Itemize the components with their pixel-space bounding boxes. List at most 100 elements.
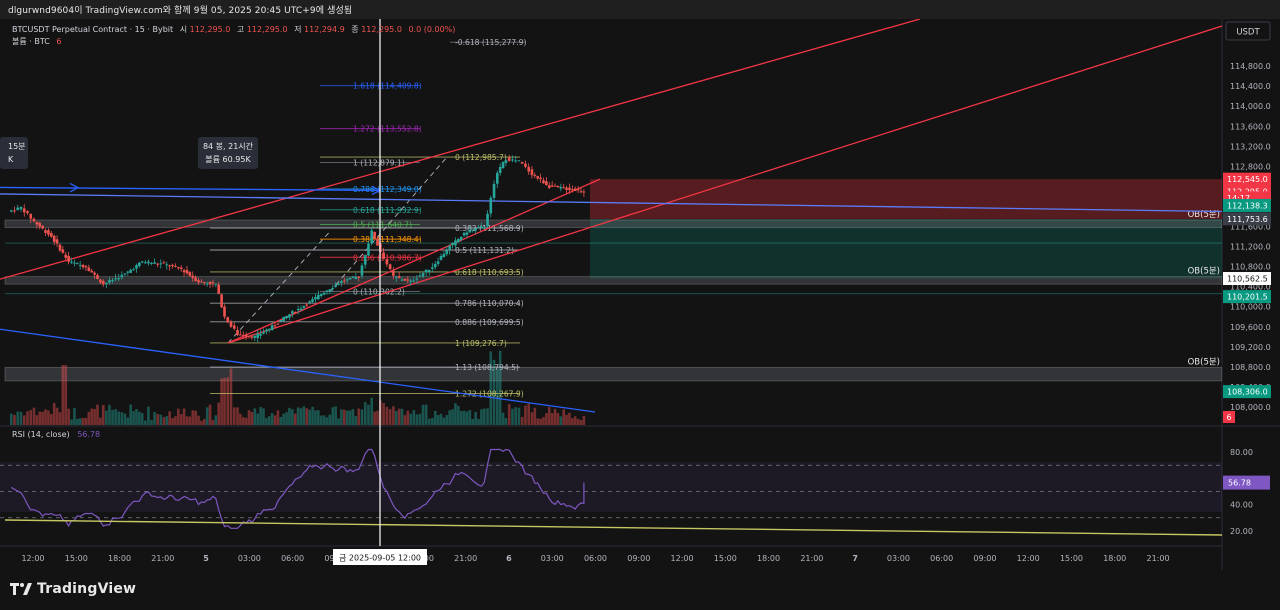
candle-body[interactable] <box>165 264 169 266</box>
candle-body[interactable] <box>188 272 192 276</box>
candle-body[interactable] <box>462 232 466 236</box>
candle-body[interactable] <box>451 242 454 246</box>
candle-body[interactable] <box>265 329 268 332</box>
candle-body[interactable] <box>253 335 257 338</box>
candle-body[interactable] <box>367 243 370 256</box>
candle-body[interactable] <box>454 240 457 246</box>
candle-body[interactable] <box>498 166 502 173</box>
candle-body[interactable] <box>26 211 29 214</box>
currency-button[interactable]: USDT <box>1225 21 1271 41</box>
candle-body[interactable] <box>492 183 496 198</box>
candle-body[interactable] <box>418 275 422 277</box>
candle-body[interactable] <box>185 269 189 274</box>
candle-body[interactable] <box>19 206 23 210</box>
candle-body[interactable] <box>319 294 323 297</box>
candle-body[interactable] <box>421 273 425 277</box>
candle-body[interactable] <box>293 311 297 313</box>
candle-body[interactable] <box>108 280 111 283</box>
candle-body[interactable] <box>520 162 524 164</box>
candle-body[interactable] <box>239 334 242 336</box>
candle-body[interactable] <box>84 266 88 268</box>
candle-body[interactable] <box>468 230 472 233</box>
candle-body[interactable] <box>328 289 332 292</box>
candle-body[interactable] <box>507 157 511 161</box>
candle-body[interactable] <box>471 229 475 231</box>
candle-body[interactable] <box>445 250 449 255</box>
candle-body[interactable] <box>67 255 70 262</box>
candle-body[interactable] <box>486 213 489 227</box>
candle-body[interactable] <box>61 249 65 253</box>
candle-body[interactable] <box>363 255 367 265</box>
candle-body[interactable] <box>150 262 153 264</box>
candle-body[interactable] <box>427 269 431 272</box>
candle-body[interactable] <box>129 269 132 273</box>
candle-body[interactable] <box>211 282 215 284</box>
candle-body[interactable] <box>400 279 404 281</box>
candle-body[interactable] <box>370 230 374 244</box>
candle-body[interactable] <box>296 308 300 311</box>
candle-body[interactable] <box>126 271 130 273</box>
candle-body[interactable] <box>334 284 337 287</box>
candle-body[interactable] <box>431 267 434 269</box>
candle-body[interactable] <box>101 280 105 285</box>
candle-body[interactable] <box>489 197 493 214</box>
candle-body[interactable] <box>573 188 577 191</box>
candle-body[interactable] <box>16 207 20 211</box>
candle-body[interactable] <box>536 176 540 179</box>
candle-body[interactable] <box>360 265 364 276</box>
candle-body[interactable] <box>250 336 254 338</box>
candle-body[interactable] <box>545 181 548 186</box>
candle-body[interactable] <box>52 235 56 242</box>
candle-body[interactable] <box>480 226 483 228</box>
candle-body[interactable] <box>259 333 262 336</box>
candle-body[interactable] <box>117 278 121 280</box>
order-block-3[interactable] <box>4 366 1222 382</box>
candle-body[interactable] <box>311 299 314 302</box>
candle-body[interactable] <box>70 261 73 263</box>
candle-body[interactable] <box>299 308 303 311</box>
chart-canvas[interactable]: OB(5분)OB(5분)OB(5분) -0.618 (115,277.9)1.6… <box>0 19 1280 570</box>
candle-body[interactable] <box>78 264 82 266</box>
zone-supply[interactable] <box>590 179 1222 219</box>
candle-body[interactable] <box>9 210 13 212</box>
candle-body[interactable] <box>144 262 147 264</box>
candle-body[interactable] <box>547 185 551 188</box>
candle-body[interactable] <box>459 236 463 240</box>
candle-body[interactable] <box>317 294 320 300</box>
candle-body[interactable] <box>247 335 251 337</box>
candle-body[interactable] <box>132 269 135 271</box>
candle-body[interactable] <box>448 245 451 250</box>
candle-body[interactable] <box>322 292 326 295</box>
zone-demand[interactable] <box>590 218 1222 279</box>
candle-body[interactable] <box>200 281 203 283</box>
candle-body[interactable] <box>75 263 79 265</box>
candle-body[interactable] <box>99 279 102 283</box>
candle-body[interactable] <box>331 287 335 289</box>
candle-body[interactable] <box>159 263 163 265</box>
candle-body[interactable] <box>559 186 563 189</box>
candle-body[interactable] <box>135 265 138 269</box>
candle-body[interactable] <box>442 253 446 257</box>
candle-body[interactable] <box>256 333 259 339</box>
candle-body[interactable] <box>273 325 277 327</box>
candle-body[interactable] <box>153 262 156 264</box>
candle-body[interactable] <box>35 221 39 225</box>
candle-body[interactable] <box>174 265 177 267</box>
candle-body[interactable] <box>279 320 283 322</box>
candle-body[interactable] <box>270 325 274 330</box>
candle-body[interactable] <box>41 225 44 229</box>
candle-body[interactable] <box>342 280 346 282</box>
candle-body[interactable] <box>439 256 443 260</box>
candle-body[interactable] <box>267 328 271 331</box>
candle-body[interactable] <box>302 306 306 309</box>
candle-body[interactable] <box>140 261 144 263</box>
candle-body[interactable] <box>223 306 226 317</box>
candle-body[interactable] <box>120 274 124 278</box>
candle-body[interactable] <box>474 228 477 231</box>
candle-body[interactable] <box>553 185 557 187</box>
candle-body[interactable] <box>308 301 311 303</box>
candle-body[interactable] <box>162 262 166 264</box>
candle-body[interactable] <box>208 281 212 285</box>
candle-body[interactable] <box>388 264 392 270</box>
candle-body[interactable] <box>436 261 440 264</box>
